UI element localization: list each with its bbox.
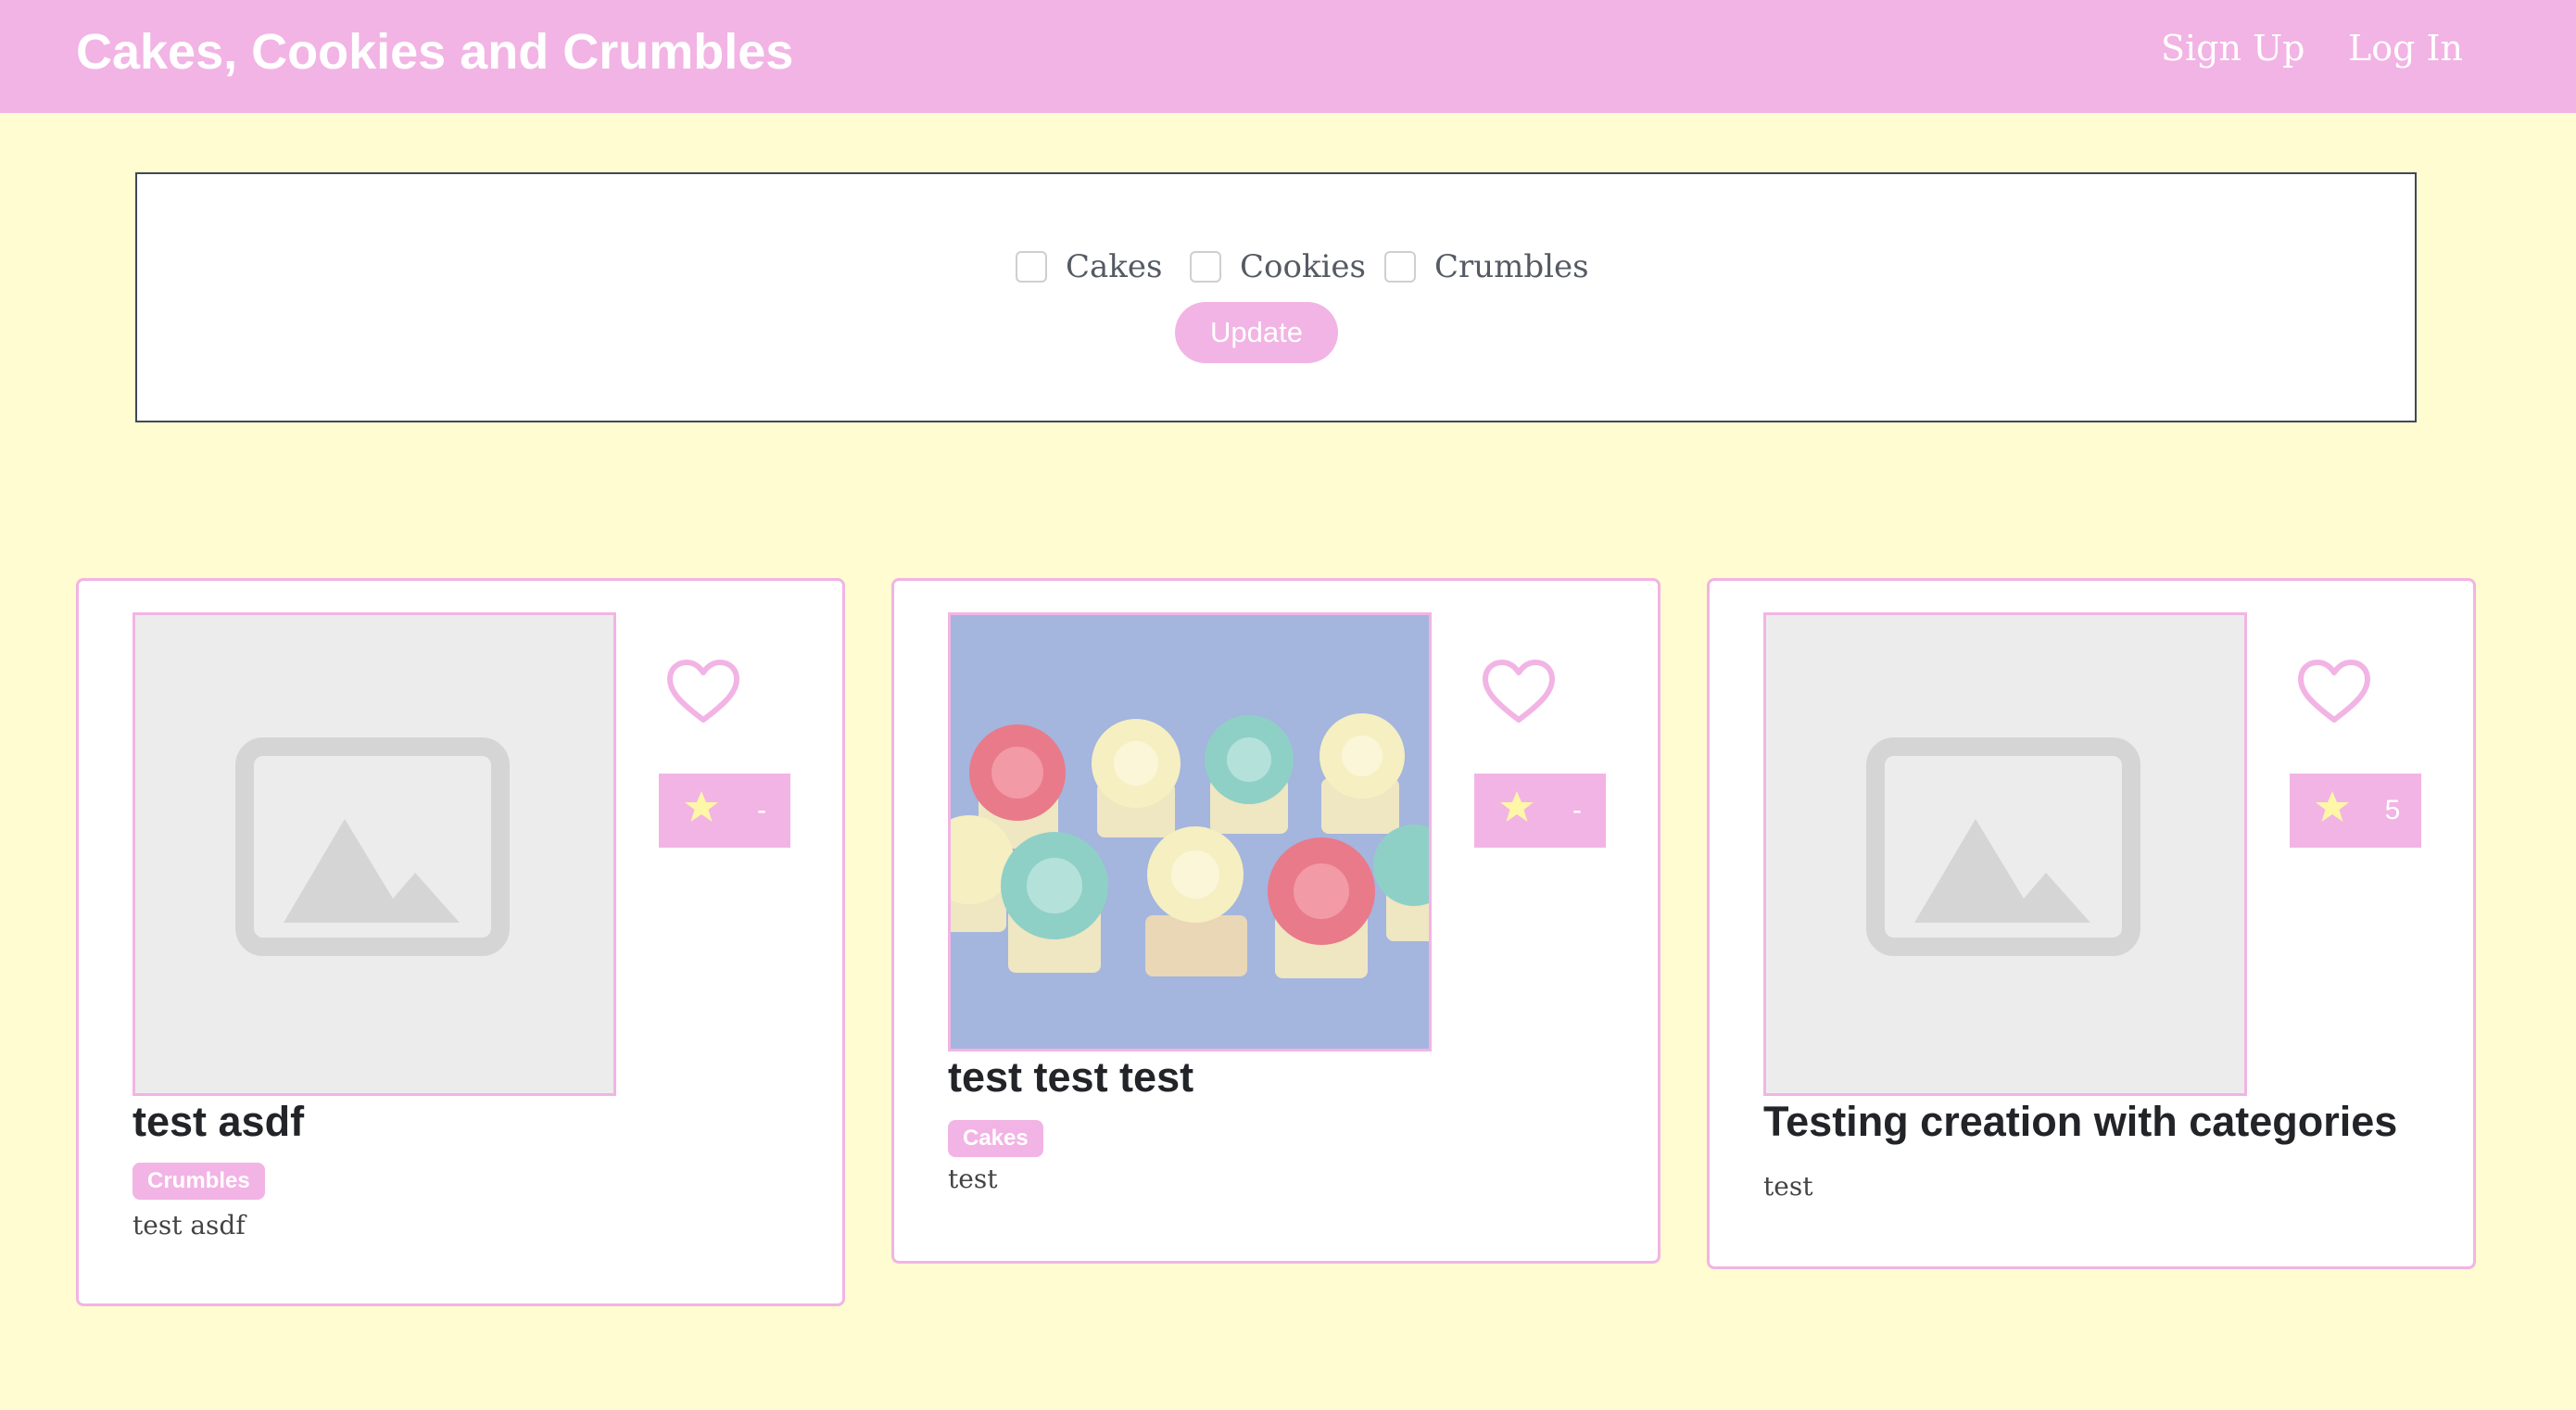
rating-button[interactable]: 5 xyxy=(2290,774,2421,848)
placeholder-image-icon xyxy=(235,737,510,956)
recipe-title[interactable]: test test test xyxy=(948,1051,1193,1103)
recipe-image[interactable] xyxy=(1763,612,2247,1096)
category-filter-panel: Cakes Cookies Crumbles Update xyxy=(135,172,2417,422)
cookies-checkbox[interactable] xyxy=(1190,251,1221,283)
filter-option-cakes[interactable]: Cakes xyxy=(1016,241,1162,293)
recipe-card[interactable]: 5 Testing creation with categories test xyxy=(1707,578,2476,1269)
log-in-link[interactable]: Log In xyxy=(2348,20,2463,76)
rating-value: 5 xyxy=(2384,795,2401,825)
heart-icon[interactable] xyxy=(1482,659,1556,725)
update-button[interactable]: Update xyxy=(1175,302,1338,363)
recipe-description: test asdf xyxy=(133,1210,246,1240)
rating-value: - xyxy=(1572,795,1582,825)
navbar: Cakes, Cookies and Crumbles Sign Up Log … xyxy=(0,0,2576,113)
filter-label-cookies: Cookies xyxy=(1240,248,1366,285)
star-icon xyxy=(1500,791,1534,822)
placeholder-image-icon xyxy=(1866,737,2140,956)
filter-label-crumbles: Crumbles xyxy=(1434,248,1589,285)
recipe-image[interactable] xyxy=(948,612,1432,1051)
star-icon xyxy=(685,791,718,822)
rating-button[interactable]: - xyxy=(659,774,790,848)
recipe-description: test xyxy=(1763,1171,1813,1202)
crumbles-checkbox[interactable] xyxy=(1384,251,1416,283)
filter-option-cookies[interactable]: Cookies xyxy=(1190,241,1366,293)
rating-button[interactable]: - xyxy=(1474,774,1606,848)
cakes-checkbox[interactable] xyxy=(1016,251,1047,283)
filter-option-crumbles[interactable]: Crumbles xyxy=(1384,241,1589,293)
recipe-title[interactable]: Testing creation with categories xyxy=(1763,1096,2397,1148)
recipe-image[interactable] xyxy=(133,612,616,1096)
recipe-description: test xyxy=(948,1164,998,1194)
rating-value: - xyxy=(757,795,766,825)
recipe-title[interactable]: test asdf xyxy=(133,1096,304,1148)
recipe-card[interactable]: - test test test Cakes test xyxy=(891,578,1661,1264)
filter-label-cakes: Cakes xyxy=(1066,248,1163,285)
recipe-card[interactable]: - test asdf Crumbles test asdf xyxy=(76,578,845,1306)
sign-up-link[interactable]: Sign Up xyxy=(2161,20,2305,76)
star-icon xyxy=(2316,791,2349,822)
category-badge: Cakes xyxy=(948,1120,1043,1157)
heart-icon[interactable] xyxy=(666,659,740,725)
cupcakes-photo xyxy=(951,615,1429,1049)
site-brand[interactable]: Cakes, Cookies and Crumbles xyxy=(76,19,793,85)
heart-icon[interactable] xyxy=(2297,659,2371,725)
category-badge: Crumbles xyxy=(133,1163,265,1200)
